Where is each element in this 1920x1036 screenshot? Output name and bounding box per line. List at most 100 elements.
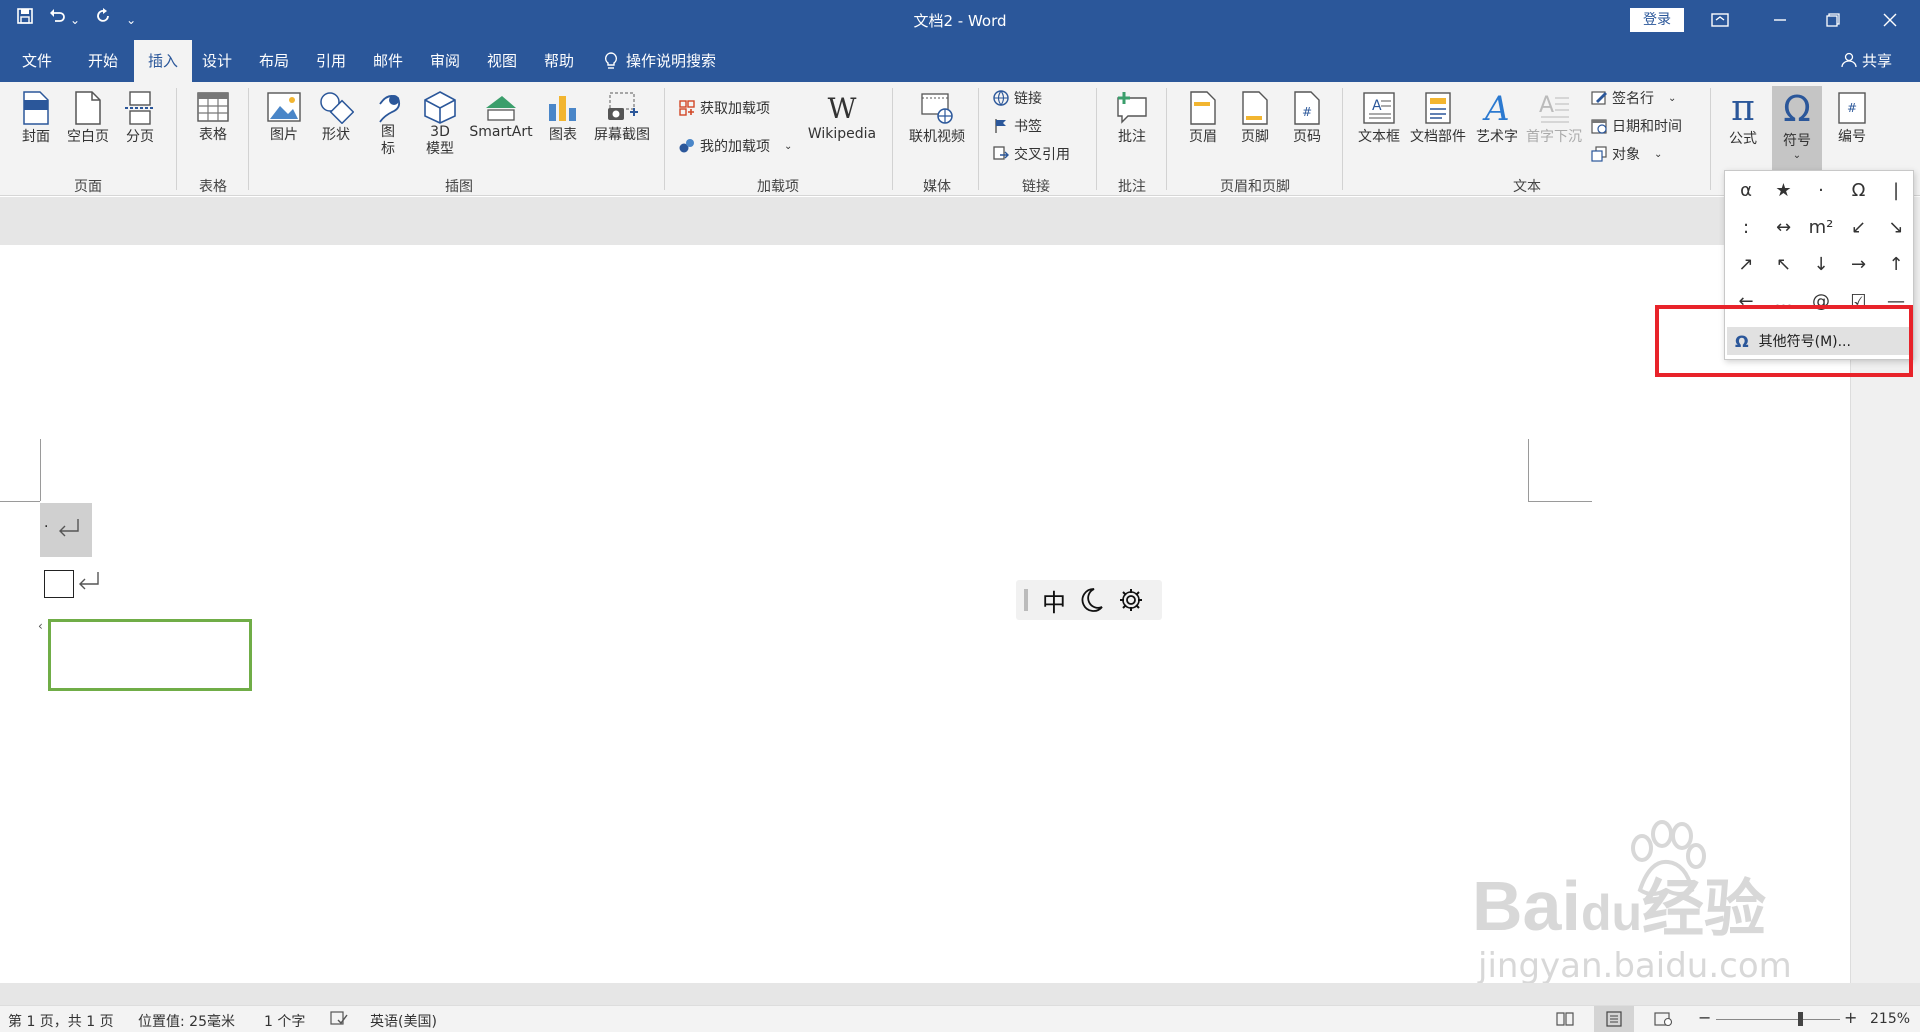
page-number-button[interactable]: # 页码	[1284, 90, 1330, 146]
print-layout-icon[interactable]	[1594, 1006, 1634, 1032]
ribbon-tabs: 文件 开始 插入 设计 布局 引用 邮件 审阅 视图 帮助 操作说明搜索 共享	[0, 40, 1920, 82]
restore-icon[interactable]	[1803, 0, 1863, 40]
gear-icon[interactable]	[1118, 587, 1144, 613]
link-button[interactable]: 链接	[992, 88, 1042, 108]
share-label: 共享	[1861, 52, 1892, 70]
equation-button[interactable]: π 公式	[1720, 90, 1766, 148]
bookmark-button[interactable]: 书签	[992, 116, 1042, 136]
symbol-cell[interactable]: α	[1727, 173, 1765, 209]
blank-page-button[interactable]: 空白页	[62, 90, 114, 146]
text-box-button[interactable]: A 文本框	[1354, 90, 1404, 146]
checkbox-symbol[interactable]	[44, 570, 74, 598]
selected-symbol[interactable]: ·	[40, 503, 92, 557]
table-icon	[197, 92, 229, 122]
status-position[interactable]: 位置值: 25毫米	[138, 1011, 235, 1031]
highlight-annotation	[1655, 305, 1913, 377]
status-words[interactable]: 1 个字	[264, 1011, 305, 1031]
symbol-cell[interactable]: m²	[1802, 210, 1840, 246]
ribbon-separator	[1710, 88, 1711, 190]
symbol-cell[interactable]: :	[1727, 210, 1765, 246]
tab-layout[interactable]: 布局	[245, 40, 303, 82]
picture-button[interactable]: 图片	[262, 90, 306, 144]
watermark-brand: Bai	[1472, 867, 1581, 945]
header-button[interactable]: 页眉	[1180, 90, 1226, 146]
tab-home[interactable]: 开始	[74, 40, 132, 82]
header-icon	[1190, 91, 1216, 125]
symbol-cell[interactable]: ↓	[1802, 247, 1840, 283]
share-button[interactable]: 共享	[1841, 40, 1892, 82]
signature-dropdown-icon[interactable]: ⌄	[1668, 93, 1676, 104]
tell-me-search[interactable]: 操作说明搜索	[604, 40, 754, 82]
moon-icon[interactable]	[1080, 587, 1104, 613]
3d-models-button[interactable]: 3D 模型	[416, 90, 464, 158]
my-addins-dropdown-icon[interactable]: ⌄	[784, 141, 792, 152]
tab-file[interactable]: 文件	[8, 40, 66, 82]
ime-toolbar[interactable]: 中	[1016, 580, 1162, 620]
smartart-button[interactable]: SmartArt	[466, 90, 536, 140]
symbol-cell[interactable]: ·	[1802, 173, 1840, 209]
wikipedia-button[interactable]: W Wikipedia	[802, 92, 882, 142]
zoom-in-icon[interactable]: +	[1844, 1008, 1857, 1027]
minimize-icon[interactable]	[1750, 0, 1810, 40]
zoom-level[interactable]: 215%	[1870, 1011, 1910, 1027]
quick-parts-button[interactable]: 文档部件	[1406, 90, 1470, 146]
smartart-icon	[486, 96, 516, 121]
tab-review[interactable]: 审阅	[416, 40, 474, 82]
proofing-icon[interactable]	[330, 1011, 348, 1031]
new-comment-button[interactable]: 批注	[1108, 90, 1156, 146]
tab-insert[interactable]: 插入	[134, 40, 192, 82]
tab-design[interactable]: 设计	[188, 40, 246, 82]
symbol-cell[interactable]: Ω	[1840, 173, 1878, 209]
symbol-cell[interactable]: ↖	[1765, 247, 1803, 283]
cover-page-button[interactable]: 封面	[14, 90, 58, 146]
read-mode-icon[interactable]	[1556, 1011, 1574, 1031]
symbol-cell[interactable]: ★	[1765, 173, 1803, 209]
zoom-out-icon[interactable]: −	[1698, 1008, 1711, 1027]
icons-button[interactable]: 图 标	[366, 90, 410, 158]
ribbon-separator	[1166, 88, 1167, 190]
object-dropdown-icon[interactable]: ⌄	[1654, 149, 1662, 160]
symbol-cell[interactable]: ↔	[1765, 210, 1803, 246]
page-break-button[interactable]: 分页	[118, 90, 162, 146]
ribbon-separator	[176, 88, 177, 190]
close-icon[interactable]	[1860, 0, 1920, 40]
symbol-cell[interactable]: ↑	[1877, 247, 1915, 283]
tab-references[interactable]: 引用	[302, 40, 360, 82]
numbering-button[interactable]: # 编号	[1828, 90, 1876, 146]
date-time-button[interactable]: 日期和时间	[1590, 116, 1682, 136]
symbol-cell[interactable]: ↙	[1840, 210, 1878, 246]
globe-link-icon	[993, 90, 1009, 106]
my-addins-button[interactable]: 我的加载项 ⌄	[678, 136, 792, 156]
ime-language-toggle[interactable]: 中	[1042, 583, 1066, 618]
footer-button[interactable]: 页脚	[1232, 90, 1278, 146]
status-language[interactable]: 英语(美国)	[370, 1011, 437, 1031]
ribbon-display-options-icon[interactable]	[1690, 0, 1750, 40]
symbol-cell[interactable]: |	[1877, 173, 1915, 209]
object-button[interactable]: 对象 ⌄	[1590, 144, 1662, 164]
tab-view[interactable]: 视图	[473, 40, 531, 82]
drop-cap-button[interactable]: A 首字下沉	[1522, 90, 1586, 146]
cover-page-icon	[23, 91, 49, 125]
screenshot-button[interactable]: 屏幕截图	[588, 90, 656, 144]
table-button[interactable]: 表格	[190, 90, 236, 144]
login-button[interactable]: 登录	[1630, 8, 1684, 32]
get-addins-button[interactable]: 获取加载项	[678, 98, 770, 118]
status-page[interactable]: 第 1 页，共 1 页	[8, 1011, 114, 1031]
chart-button[interactable]: 图表	[542, 90, 584, 144]
symbol-cell[interactable]: →	[1840, 247, 1878, 283]
symbol-cell[interactable]: ↘	[1877, 210, 1915, 246]
zoom-slider[interactable]	[1716, 1012, 1840, 1026]
web-layout-icon[interactable]	[1654, 1011, 1673, 1031]
wordart-button[interactable]: A 艺术字	[1472, 90, 1522, 146]
symbol-button[interactable]: Ω 符号 ⌄	[1772, 86, 1822, 170]
ime-drag-handle[interactable]	[1024, 589, 1028, 611]
cross-reference-button[interactable]: 交叉引用	[992, 144, 1070, 164]
zoom-slider-thumb[interactable]	[1798, 1012, 1804, 1026]
tab-mailings[interactable]: 邮件	[359, 40, 417, 82]
signature-line-button[interactable]: 签名行 ⌄	[1590, 88, 1676, 108]
comment-icon	[1117, 92, 1147, 124]
tab-help[interactable]: 帮助	[530, 40, 588, 82]
online-video-button[interactable]: 联机视频	[902, 90, 972, 146]
shapes-button[interactable]: 形状	[314, 90, 358, 144]
symbol-cell[interactable]: ↗	[1727, 247, 1765, 283]
